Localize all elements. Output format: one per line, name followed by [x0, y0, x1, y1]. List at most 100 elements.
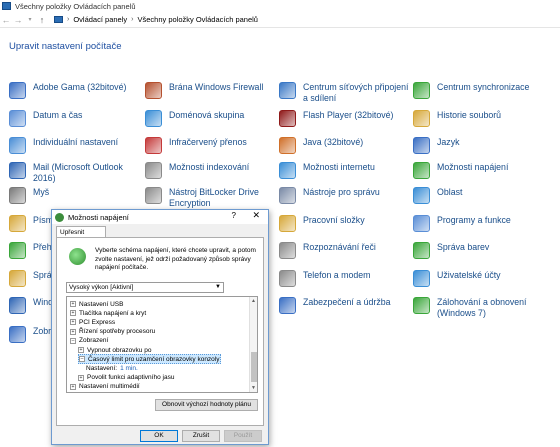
help-button[interactable]: ?	[232, 211, 236, 220]
java-icon	[279, 137, 296, 154]
tree-item-label: Nastavení multimédií	[79, 383, 140, 391]
ok-button[interactable]: OK	[140, 430, 178, 442]
cp-item-label: Pracovní složky	[303, 215, 365, 225]
expand-icon[interactable]: +	[78, 374, 84, 381]
cp-item[interactable]: Historie souborů	[413, 110, 543, 127]
cp-item[interactable]: Brána Windows Firewall	[145, 82, 275, 99]
cp-item-label: Přeh	[33, 242, 52, 252]
cp-item[interactable]: Doménová skupina	[145, 110, 275, 127]
cp-item-label: Java (32bitové)	[303, 137, 364, 147]
cp-item[interactable]: Flash Player (32bitové)	[279, 110, 409, 127]
cp-item[interactable]: Možnosti indexování	[145, 162, 275, 179]
cp-item[interactable]: Uživatelské účty	[413, 270, 543, 287]
cp-item[interactable]: Správa barev	[413, 242, 543, 259]
intro-text: Vyberte schéma napájení, které chcete up…	[95, 247, 256, 272]
expand-icon[interactable]: +	[70, 383, 76, 390]
cp-item-label: Mail (Microsoft Outlook 2016)	[33, 162, 123, 183]
tree-item[interactable]: + Nastavení multimédií	[70, 382, 140, 392]
mouse-icon	[9, 187, 26, 204]
cp-item[interactable]: Centrum synchronizace	[413, 82, 543, 99]
display-icon	[9, 326, 26, 343]
cp-item-label: Možnosti internetu	[303, 162, 375, 172]
expand-icon[interactable]: +	[78, 347, 84, 353]
cp-item[interactable]: Jazyk	[413, 137, 543, 154]
expand-icon[interactable]: +	[70, 301, 76, 307]
cp-item[interactable]: Zabezpečení a údržba	[279, 297, 409, 314]
tree-item-label: Nastavení:	[86, 364, 118, 372]
phone-icon	[279, 270, 296, 287]
cp-item[interactable]: Myš	[9, 187, 139, 204]
scroll-thumb[interactable]	[251, 352, 257, 382]
cp-item[interactable]: Programy a funkce	[413, 215, 543, 232]
cp-item-label: Rozpoznávání řeči	[303, 242, 376, 252]
close-button[interactable]: ✕	[252, 210, 260, 221]
flash-icon	[279, 110, 296, 127]
tree-scrollbar[interactable]: ▲ ▼	[249, 297, 257, 392]
cp-item-label: Centrum síťových připojení a sdílení	[303, 82, 409, 103]
power-icon	[413, 162, 430, 179]
cp-item-label: Telefon a modem	[303, 270, 371, 280]
cp-item[interactable]: Možnosti internetu	[279, 162, 409, 179]
apply-button[interactable]: Použít	[224, 430, 262, 442]
dialog-title: Možnosti napájení	[68, 212, 129, 222]
cp-item[interactable]: Oblast	[413, 187, 543, 204]
cp-item-label: Adobe Gama (32bitové)	[33, 82, 127, 92]
firewall-icon	[145, 82, 162, 99]
cp-item[interactable]: Telefon a modem	[279, 270, 409, 287]
scroll-down-icon[interactable]: ▼	[251, 385, 256, 391]
tab-panel: Vyberte schéma napájení, které chcete up…	[56, 237, 264, 426]
backup-icon	[413, 297, 430, 314]
power-options-dialog: Možnosti napájení ? ✕ Upřesnit nastavení…	[51, 209, 269, 445]
cp-item[interactable]: Centrum síťových připojení a sdílení	[279, 82, 409, 104]
cp-item-label: Správa barev	[437, 242, 490, 252]
restore-defaults-button[interactable]: Obnovit výchozí hodnoty plánu	[155, 399, 258, 411]
cancel-button[interactable]: Zrušit	[182, 430, 220, 442]
power-plan-value: Vysoký výkon [Aktivní]	[69, 284, 134, 291]
tree-item-label: Řízení spotřeby procesoru	[79, 328, 156, 336]
internet-icon	[279, 162, 296, 179]
cp-item[interactable]: Zálohování a obnovení (Windows 7)	[413, 297, 543, 319]
cp-item-label: Flash Player (32bitové)	[303, 110, 394, 120]
tree-item-label: Povolit funkci adaptivního jasu	[87, 374, 175, 382]
color-management-icon	[413, 242, 430, 259]
tree-item-label: PCI Express	[79, 318, 116, 326]
file-history-icon	[413, 110, 430, 127]
cp-item[interactable]: Individuální nastavení	[9, 137, 139, 154]
tree-item-value[interactable]: 1 min.	[120, 365, 138, 372]
expand-icon[interactable]: +	[70, 310, 76, 317]
cp-item-label: Brána Windows Firewall	[169, 82, 264, 92]
cp-item[interactable]: Adobe Gama (32bitové)	[9, 82, 139, 99]
programs-icon	[413, 215, 430, 232]
cp-item[interactable]: Rozpoznávání řeči	[279, 242, 409, 259]
homegroup-icon	[145, 110, 162, 127]
cp-item[interactable]: Mail (Microsoft Outlook 2016)	[9, 162, 139, 184]
bitlocker-icon	[145, 187, 162, 204]
cp-item[interactable]: Pracovní složky	[279, 215, 409, 232]
cp-item[interactable]: Infračervený přenos	[145, 137, 275, 154]
windows-defender-icon	[9, 297, 26, 314]
cp-item[interactable]: Nástroj BitLocker Drive Encryption	[145, 187, 275, 209]
cp-item[interactable]: Java (32bitové)	[279, 137, 409, 154]
cp-item[interactable]: Nástroje pro správu	[279, 187, 409, 204]
scroll-up-icon[interactable]: ▲	[251, 298, 256, 304]
speech-icon	[279, 242, 296, 259]
power-plan-icon	[69, 248, 86, 265]
collapse-icon[interactable]: –	[70, 337, 76, 344]
power-plan-select[interactable]: Vysoký výkon [Aktivní] ▼	[66, 282, 224, 293]
tree-item-label: Nastavení USB	[79, 300, 124, 308]
expand-icon[interactable]: +	[70, 319, 76, 326]
cp-item[interactable]: Datum a čas	[9, 110, 139, 127]
indexing-icon	[145, 162, 162, 179]
tree-item-label: Tlačítka napájení a kryt	[79, 309, 147, 317]
personalization-icon	[9, 137, 26, 154]
cp-item-label: Doménová skupina	[169, 110, 245, 120]
sync-icon	[413, 82, 430, 99]
expand-icon[interactable]: +	[70, 328, 76, 335]
security-flag-icon	[279, 297, 296, 314]
collapse-icon[interactable]: –	[79, 356, 85, 363]
cp-item[interactable]: Možnosti napájení	[413, 162, 543, 179]
cp-item-label: Možnosti indexování	[169, 162, 250, 172]
cp-item-label: Zálohování a obnovení (Windows 7)	[437, 297, 527, 318]
network-icon	[279, 82, 296, 99]
work-folders-icon	[279, 215, 296, 232]
